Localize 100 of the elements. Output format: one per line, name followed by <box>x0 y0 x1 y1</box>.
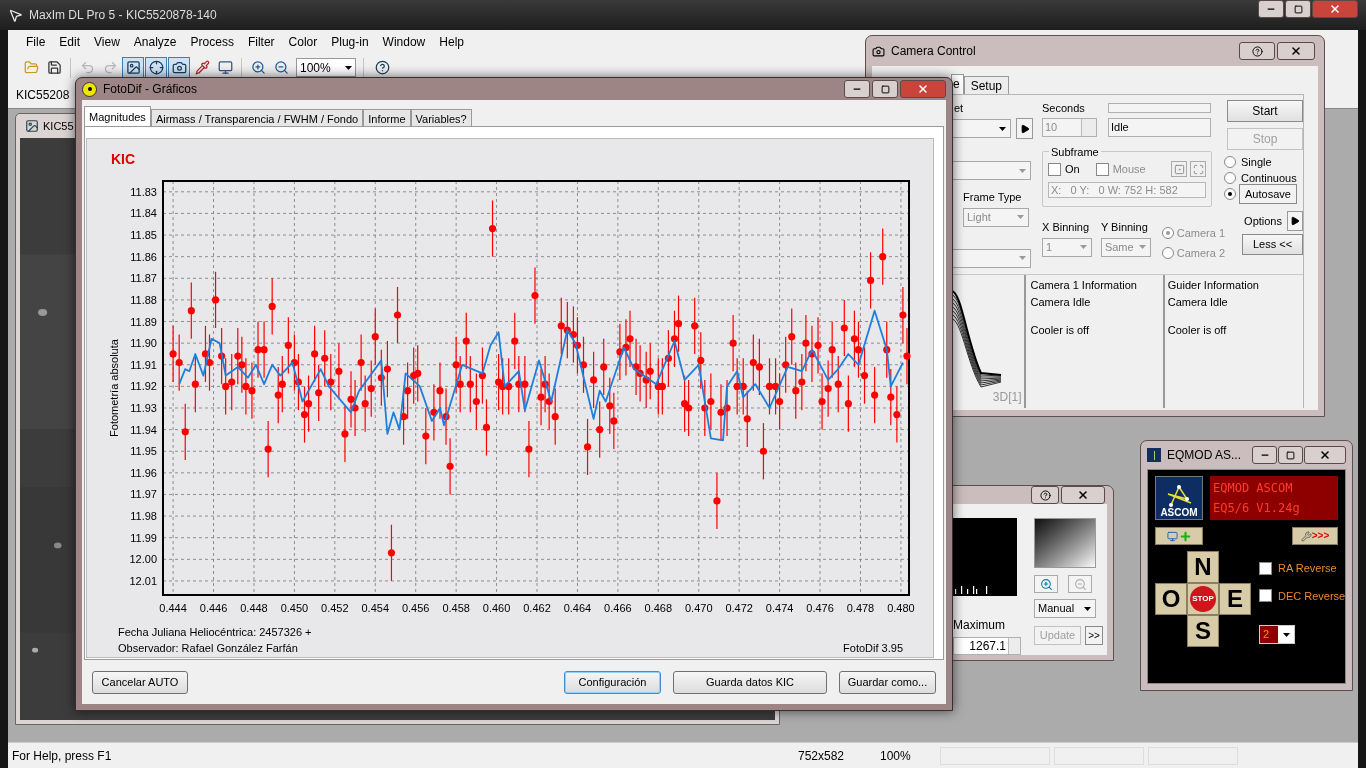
lcd-text: EQ5/6 V1.24g <box>1213 500 1301 517</box>
zoom-dropdown[interactable]: 100% <box>296 58 356 77</box>
rate-dropdown[interactable]: 2 <box>1259 625 1295 644</box>
tick-label: 11.87 <box>130 272 157 285</box>
menu-item[interactable]: Edit <box>59 33 81 51</box>
tick-label: 11.99 <box>130 531 157 544</box>
menu-item[interactable]: Window <box>382 33 426 51</box>
radio-label: Single <box>1241 154 1272 170</box>
dialog-button[interactable]: Cancelar AUTO <box>92 670 188 694</box>
tick-label: 0.448 <box>240 602 268 614</box>
tick-label: 0.464 <box>563 602 592 614</box>
tick-label: 0.478 <box>846 602 875 614</box>
status-text: 752x582 <box>798 747 846 765</box>
document-tab[interactable]: KIC55208 <box>10 85 76 104</box>
tick-label: 0.450 <box>280 602 309 614</box>
window-title: KIC55 <box>43 118 74 134</box>
info-status: Camera Idle <box>1030 294 1092 310</box>
menu-item[interactable]: Process <box>190 33 234 51</box>
radio-label: Camera 2 <box>1176 245 1225 261</box>
lcd-text: EQMOD ASCOM <box>1213 480 1294 497</box>
tab[interactable]: e <box>951 74 964 94</box>
tick-label: 11.83 <box>130 185 157 198</box>
menu-item[interactable]: Plug-in <box>331 33 369 51</box>
ascom-logo: ASCOM <box>1155 476 1203 520</box>
menu-item[interactable]: Analyze <box>133 33 177 51</box>
menu-item[interactable]: Filter <box>247 33 275 51</box>
field-label: Y Binning <box>1100 220 1149 235</box>
tick-label: 11.94 <box>130 423 157 436</box>
tick-label: 0.456 <box>401 602 430 614</box>
dialog-button[interactable]: Configuración <box>564 670 661 694</box>
tick-label: 0.462 <box>523 602 551 614</box>
tick-label: 0.452 <box>321 602 349 614</box>
radio-label: Continuous <box>1241 170 1297 186</box>
field-label: Frame Type <box>963 190 1023 205</box>
tick-label: 0.470 <box>685 602 713 614</box>
tick-label: 0.458 <box>442 602 470 614</box>
stop-button[interactable]: STOP <box>1187 583 1219 615</box>
maximum-spinbox[interactable]: 1267.1 <box>953 637 1021 655</box>
coordinates-field: X: 0 Y: 0 W: 752 H: 582 <box>1048 181 1206 198</box>
tick-label: 11.98 <box>130 510 157 523</box>
observer-text: Observador: Rafael González Farfán <box>118 642 298 654</box>
tab[interactable]: Variables? <box>410 109 472 126</box>
field-label: Options <box>1244 213 1282 229</box>
field-label: Maximum <box>953 617 1006 634</box>
checkbox-label: On <box>1065 162 1080 177</box>
checkbox-label: Mouse <box>1112 162 1146 177</box>
dialog-button[interactable]: Guardar como... <box>839 670 936 694</box>
checkbox-label: RA Reverse <box>1278 561 1337 576</box>
tick-label: 0.472 <box>725 602 753 614</box>
north-button[interactable]: N <box>1187 551 1219 583</box>
tick-label: 0.466 <box>604 602 632 614</box>
menu-item[interactable]: Help <box>439 33 464 51</box>
field-label: X Binning <box>1042 220 1091 235</box>
field-label: Seconds <box>1042 100 1086 116</box>
field-label: et <box>954 101 964 116</box>
tick-label: 11.85 <box>130 229 157 242</box>
info-cooler: Cooler is off <box>1030 323 1090 338</box>
tick-label: 0.474 <box>765 602 794 614</box>
radio-label: Camera 1 <box>1176 226 1225 241</box>
menu-item[interactable]: File <box>26 33 46 51</box>
tick-label: 12.00 <box>129 553 157 566</box>
window-title: Camera Control <box>891 43 976 60</box>
menu-item[interactable]: Color <box>288 33 318 51</box>
chart-title: KIC <box>111 150 136 169</box>
stretch-mode-dropdown[interactable]: Manual <box>1034 599 1096 618</box>
tick-label: 11.95 <box>130 445 157 458</box>
dialog-button[interactable]: Guarda datos KIC <box>673 670 827 694</box>
tick-label: 11.92 <box>130 380 157 393</box>
tick-label: 11.91 <box>130 358 157 371</box>
tick-label: 0.460 <box>482 602 511 614</box>
tick-label: 11.88 <box>130 293 157 306</box>
east-button[interactable]: E <box>1219 583 1251 615</box>
tick-label: 11.97 <box>130 488 157 501</box>
preview-label: 3D[1] <box>992 389 1022 406</box>
start-button[interactable]: Start <box>1227 100 1303 122</box>
tick-label: 11.89 <box>130 315 157 328</box>
tab[interactable]: Airmass / Transparencia / FWHM / Fondo <box>150 109 364 126</box>
tick-label: 11.86 <box>130 250 157 263</box>
expand-button[interactable]: >> <box>1085 626 1103 645</box>
menu-item[interactable]: View <box>94 33 120 51</box>
window-title: FotoDif - Gráficos <box>103 81 198 98</box>
info-cooler: Cooler is off <box>1167 323 1228 338</box>
south-button[interactable]: S <box>1187 615 1219 647</box>
tab[interactable]: Informe <box>363 109 411 126</box>
tick-label: 11.93 <box>130 402 157 414</box>
window-title: MaxIm DL Pro 5 - KIC5520878-140 <box>29 7 217 24</box>
tick-label: 0.476 <box>806 602 834 614</box>
autosave-button[interactable]: Autosave <box>1239 184 1297 204</box>
tick-label: 0.468 <box>644 602 673 614</box>
tick-label: 0.480 <box>887 602 915 614</box>
tick-label: 0.454 <box>361 602 390 614</box>
tab[interactable]: Magnitudes <box>84 106 151 126</box>
tick-label: 12.01 <box>129 574 157 587</box>
status-text: For Help, press F1 <box>11 747 113 765</box>
less-button[interactable]: Less << <box>1242 234 1303 255</box>
info-status: Camera Idle <box>1167 294 1229 310</box>
tick-label: 0.446 <box>199 602 228 614</box>
west-button[interactable]: O <box>1155 583 1187 615</box>
checkbox-label: DEC Reverse <box>1278 588 1346 604</box>
tab[interactable]: Setup <box>963 76 1010 94</box>
